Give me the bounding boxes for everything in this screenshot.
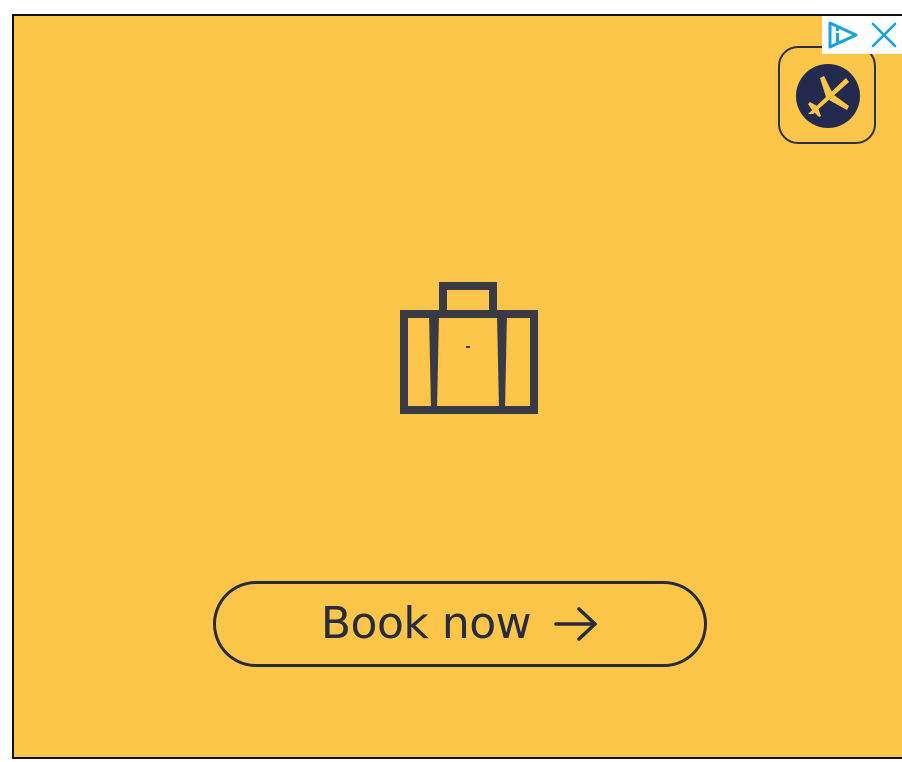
adchoices-icon[interactable] [826,20,860,50]
close-icon[interactable] [870,21,898,49]
brand-logo[interactable] [778,46,876,144]
book-now-label: Book now [320,598,532,649]
suitcase-icon [400,282,538,418]
ad-controls [822,16,902,54]
plane-icon [796,64,860,128]
book-now-button[interactable]: Book now [213,581,707,667]
ad-banner[interactable]: Book now [12,14,902,759]
arrow-right-icon [554,607,597,641]
